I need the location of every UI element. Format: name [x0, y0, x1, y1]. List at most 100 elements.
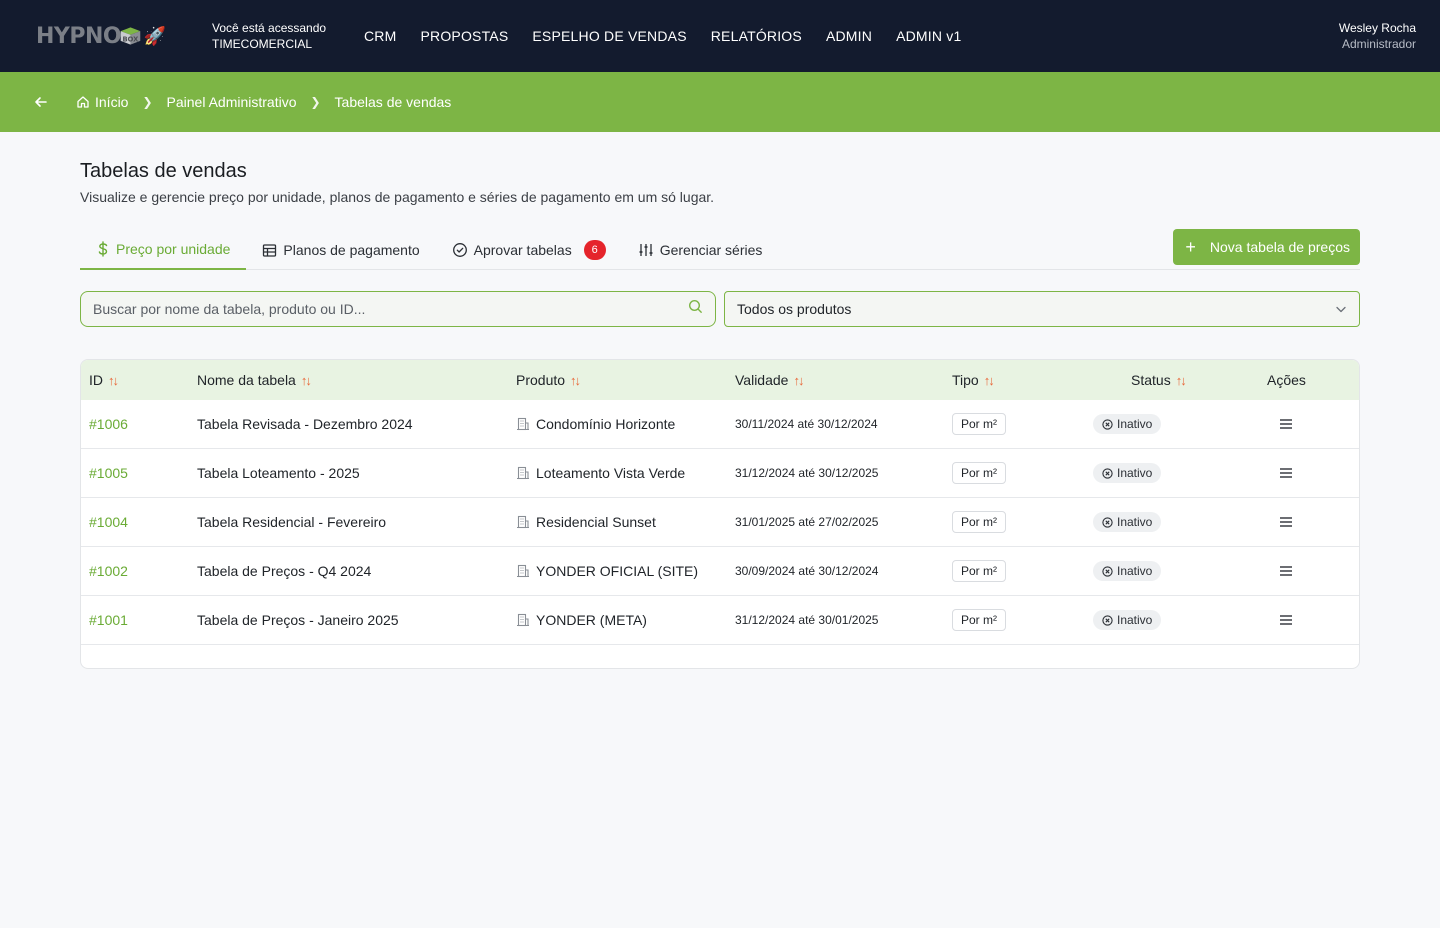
hypnobox-logo[interactable]: HYPNO BOX 🚀 — [36, 16, 166, 56]
tabs-bar: Preço por unidade Planos de pagamento Ap… — [80, 229, 1360, 270]
nav-admin[interactable]: ADMIN — [826, 28, 872, 44]
main-nav: CRM PROPOSTAS ESPELHO DE VENDAS RELATÓRI… — [352, 28, 973, 44]
nav-crm[interactable]: CRM — [364, 28, 396, 44]
row-validity: 31/01/2025 até 27/02/2025 — [735, 515, 879, 529]
product-filter-value: Todos os produtos — [737, 301, 852, 317]
access-label: Você está acessando — [212, 21, 327, 35]
page-title: Tabelas de vendas — [80, 160, 247, 182]
column-label: ID — [89, 372, 103, 388]
building-icon — [516, 515, 530, 529]
row-table-name: Tabela Revisada - Dezembro 2024 — [197, 416, 413, 432]
nav-espelho-de-vendas[interactable]: ESPELHO DE VENDAS — [532, 28, 686, 44]
x-circle-icon — [1102, 614, 1113, 626]
type-badge: Por m² — [952, 462, 1006, 484]
nav-relatorios[interactable]: RELATÓRIOS — [711, 28, 802, 44]
user-name: Wesley Rocha — [1338, 21, 1416, 35]
breadcrumb-home[interactable]: Início — [76, 94, 128, 110]
tab-planos-de-pagamento[interactable]: Planos de pagamento — [246, 230, 435, 270]
row-actions-menu-icon[interactable] — [1279, 418, 1293, 430]
row-actions-menu-icon[interactable] — [1279, 467, 1293, 479]
search-input[interactable] — [93, 301, 688, 317]
table-row[interactable]: #1006 Tabela Revisada - Dezembro 2024 Co… — [81, 400, 1359, 449]
table-row[interactable]: #1001 Tabela de Preços - Janeiro 2025 YO… — [81, 596, 1359, 645]
access-info: Você está acessando TIMECOMERCIAL — [212, 20, 332, 52]
sort-icon[interactable]: ↑↓ — [1176, 373, 1187, 388]
row-validity: 31/12/2024 até 30/01/2025 — [735, 613, 879, 627]
row-actions-menu-icon[interactable] — [1279, 565, 1293, 577]
tab-label: Gerenciar séries — [659, 242, 763, 258]
status-badge: Inativo — [1093, 463, 1162, 483]
chevron-down-icon — [1335, 303, 1347, 315]
nav-admin-v1[interactable]: ADMIN v1 — [896, 28, 961, 44]
type-badge: Por m² — [952, 560, 1006, 582]
nav-propostas[interactable]: PROPOSTAS — [420, 28, 508, 44]
building-icon — [516, 564, 530, 578]
column-type[interactable]: Tipo ↑↓ — [952, 372, 1097, 388]
row-id-link[interactable]: #1006 — [89, 416, 128, 432]
product-filter-select[interactable]: Todos os produtos — [724, 291, 1360, 327]
tab-gerenciar-series[interactable]: Gerenciar séries — [622, 230, 779, 270]
back-arrow-icon[interactable] — [34, 94, 50, 110]
dollar-icon — [96, 241, 110, 257]
row-product: YONDER (META) — [536, 612, 647, 628]
svg-text:BOX: BOX — [123, 36, 140, 44]
search-icon[interactable] — [688, 299, 703, 319]
row-table-name: Tabela de Preços - Q4 2024 — [197, 563, 372, 579]
sort-icon[interactable]: ↑↓ — [108, 373, 119, 388]
breadcrumb-admin-panel[interactable]: Painel Administrativo — [167, 94, 297, 110]
x-circle-icon — [1102, 565, 1113, 577]
chevron-right-icon: ❯ — [142, 95, 153, 109]
access-account: TIMECOMERCIAL — [212, 37, 313, 51]
home-icon — [76, 95, 90, 109]
sort-icon[interactable]: ↑↓ — [793, 373, 804, 388]
status-label: Inativo — [1117, 417, 1153, 431]
sort-icon[interactable]: ↑↓ — [301, 373, 312, 388]
x-circle-icon — [1102, 516, 1113, 528]
status-badge: Inativo — [1093, 512, 1162, 532]
column-name[interactable]: Nome da tabela ↑↓ — [197, 372, 516, 388]
row-id-link[interactable]: #1004 — [89, 514, 128, 530]
column-label: Nome da tabela — [197, 372, 296, 388]
sliders-icon — [638, 242, 654, 258]
row-id-link[interactable]: #1001 — [89, 612, 128, 628]
tab-preco-por-unidade[interactable]: Preço por unidade — [80, 230, 247, 270]
table-row[interactable]: #1002 Tabela de Preços - Q4 2024 YONDER … — [81, 547, 1359, 596]
column-label: Produto — [516, 372, 566, 388]
plus-icon: + — [1185, 236, 1196, 257]
row-product: YONDER OFICIAL (SITE) — [536, 563, 699, 579]
column-validity[interactable]: Validade ↑↓ — [735, 372, 952, 388]
column-id[interactable]: ID ↑↓ — [81, 372, 197, 388]
new-price-table-label: Nova tabela de preços — [1209, 239, 1350, 255]
column-product[interactable]: Produto ↑↓ — [516, 372, 735, 388]
page-subtitle: Visualize e gerencie preço por unidade, … — [80, 189, 715, 205]
status-label: Inativo — [1117, 564, 1153, 578]
row-actions-menu-icon[interactable] — [1279, 614, 1293, 626]
table-row[interactable]: #1004 Tabela Residencial - Fevereiro Res… — [81, 498, 1359, 547]
row-id-link[interactable]: #1002 — [89, 563, 128, 579]
new-price-table-button[interactable]: + Nova tabela de preços — [1173, 229, 1360, 265]
column-label: Validade — [735, 372, 789, 388]
row-id-link[interactable]: #1005 — [89, 465, 128, 481]
x-circle-icon — [1102, 418, 1113, 430]
row-validity: 30/11/2024 até 30/12/2024 — [735, 417, 878, 431]
sort-icon[interactable]: ↑↓ — [984, 373, 995, 388]
status-badge: Inativo — [1093, 414, 1162, 434]
status-badge: Inativo — [1093, 561, 1162, 581]
row-product: Condomínio Horizonte — [536, 416, 676, 432]
tab-aprovar-tabelas[interactable]: Aprovar tabelas 6 — [436, 230, 622, 270]
table-row[interactable]: #1005 Tabela Loteamento - 2025 Loteament… — [81, 449, 1359, 498]
status-label: Inativo — [1117, 466, 1153, 480]
breadcrumb: Início ❯ Painel Administrativo ❯ Tabelas… — [0, 72, 1440, 132]
status-label: Inativo — [1117, 515, 1153, 529]
price-tables-table: ID ↑↓ Nome da tabela ↑↓ Produto ↑↓ Validade… — [80, 359, 1360, 669]
column-actions: Ações — [1247, 372, 1359, 388]
row-table-name: Tabela Residencial - Fevereiro — [197, 514, 387, 530]
status-label: Inativo — [1117, 613, 1153, 627]
row-actions-menu-icon[interactable] — [1279, 516, 1293, 528]
user-menu[interactable]: Wesley Rocha Administrador — [1339, 20, 1416, 52]
building-icon — [516, 417, 530, 431]
column-status[interactable]: Status ↑↓ — [1097, 372, 1247, 388]
sort-icon[interactable]: ↑↓ — [570, 373, 581, 388]
type-badge: Por m² — [952, 413, 1006, 435]
pending-count-badge: 6 — [583, 240, 606, 260]
